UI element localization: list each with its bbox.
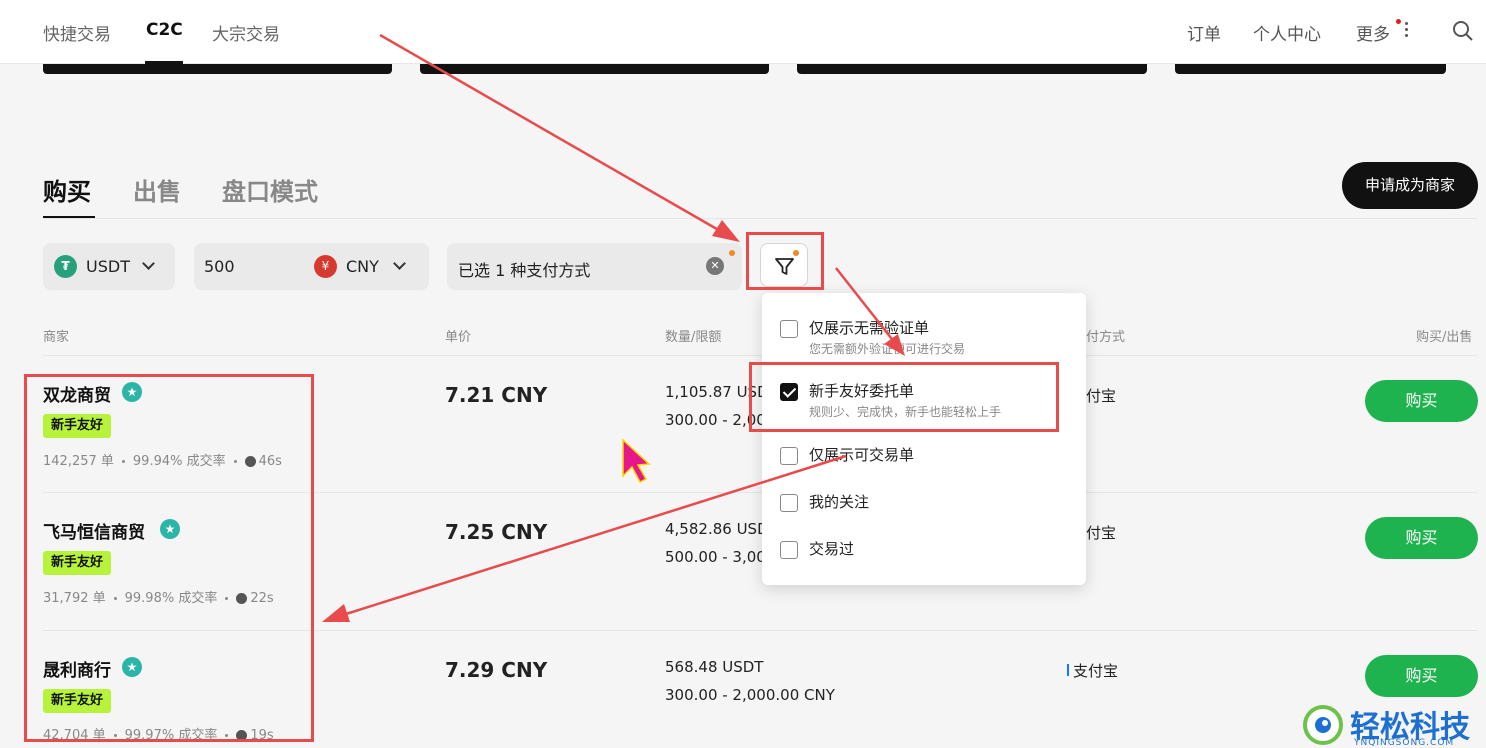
notification-dot [1396, 19, 1401, 24]
annotation-box-merchants [24, 374, 314, 742]
filter-dropdown: 仅展示无需验证单 您无需额外验证便可进行交易 新手友好委托单 规则少、完成快，新… [762, 293, 1086, 585]
checkbox[interactable] [780, 541, 798, 559]
available-quantity: 4,582.86 USD [665, 520, 769, 538]
row-divider [43, 355, 1477, 356]
nav-tab-quick-trade[interactable]: 快捷交易 [43, 20, 111, 45]
unit-price: 7.21 CNY [445, 383, 548, 407]
available-quantity: 568.48 USDT [665, 658, 764, 676]
option-label: 仅展示无需验证单 [809, 319, 930, 337]
annotation-box-filter [746, 232, 824, 290]
payment-method: 付宝 [1086, 387, 1117, 405]
checkbox[interactable] [780, 447, 798, 465]
nav-more[interactable]: 更多 [1356, 20, 1390, 45]
top-nav: 快捷交易 C2C 大宗交易 订单 个人中心 更多 [0, 0, 1486, 64]
promo-banner[interactable] [797, 64, 1147, 74]
checkbox[interactable] [780, 320, 798, 338]
nav-profile[interactable]: 个人中心 [1253, 20, 1321, 45]
payment-method-select[interactable]: 已选 1 种支付方式 ✕ [447, 243, 742, 290]
tabs-divider [43, 218, 1477, 219]
header-quantity: 数量/限额 [665, 330, 722, 345]
promo-banner[interactable] [43, 64, 392, 74]
indicator-dot [729, 250, 735, 256]
tab-buy[interactable]: 购买 [43, 172, 91, 207]
yuan-icon: ¥ [314, 255, 337, 278]
option-label: 交易过 [809, 540, 855, 558]
crypto-value: USDT [86, 257, 130, 276]
amount-value[interactable]: 500 [204, 257, 235, 276]
tab-orderbook-mode[interactable]: 盘口模式 [222, 172, 318, 207]
payment-color-bar [1067, 664, 1069, 676]
more-kebab-icon[interactable] [1405, 22, 1409, 40]
nav-tab-c2c[interactable]: C2C [146, 20, 183, 40]
fiat-value: CNY [346, 257, 379, 276]
clear-icon[interactable]: ✕ [706, 257, 724, 275]
amount-fiat-input[interactable]: 500 ¥ CNY [194, 243, 429, 290]
annotation-box-newbie-option [749, 362, 1059, 432]
header-action: 购买/出售 [1416, 330, 1473, 345]
promo-banner[interactable] [420, 64, 769, 74]
promo-banner[interactable] [1175, 64, 1446, 74]
payment-method: 付宝 [1086, 524, 1117, 542]
payment-method-value: 已选 1 种支付方式 [458, 261, 591, 280]
buy-button[interactable]: 购买 [1365, 380, 1478, 422]
nav-tab-block-trade[interactable]: 大宗交易 [212, 20, 280, 45]
watermark-subtext: YNQINGSONG.COM [1354, 738, 1455, 748]
order-limit: 300.00 - 2,000.00 CNY [665, 686, 835, 704]
nav-orders[interactable]: 订单 [1187, 20, 1221, 45]
tab-sell[interactable]: 出售 [133, 172, 181, 207]
checkbox[interactable] [780, 494, 798, 512]
search-icon[interactable] [1452, 20, 1474, 42]
chevron-down-icon [393, 257, 406, 270]
payment-method: 支付宝 [1073, 662, 1119, 680]
option-description: 您无需额外验证便可进行交易 [809, 342, 966, 356]
chevron-down-icon [142, 257, 155, 270]
tether-icon: ₮ [54, 255, 77, 278]
header-price: 单价 [445, 330, 472, 345]
unit-price: 7.29 CNY [445, 658, 548, 682]
option-label: 我的关注 [809, 493, 870, 511]
order-limit: 500.00 - 3,00 [665, 548, 766, 566]
apply-merchant-button[interactable]: 申请成为商家 [1342, 162, 1478, 209]
watermark-logo: 轻松科技 YNQINGSONG.COM [1298, 700, 1486, 748]
crypto-select[interactable]: ₮ USDT [43, 243, 175, 290]
unit-price: 7.25 CNY [445, 520, 548, 544]
buy-button[interactable]: 购买 [1365, 517, 1478, 559]
header-payment: 付方式 [1086, 330, 1126, 345]
option-label: 仅展示可交易单 [809, 446, 915, 464]
buy-button[interactable]: 购买 [1365, 655, 1478, 697]
watermark-icon [1303, 705, 1343, 745]
header-merchant: 商家 [43, 330, 70, 345]
cursor-icon [622, 438, 651, 483]
